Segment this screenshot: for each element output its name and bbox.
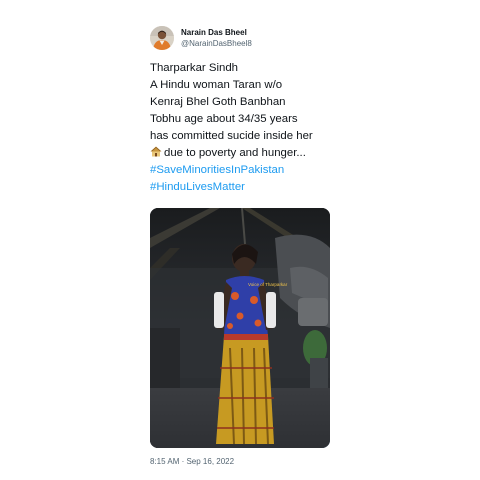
tweet-line: Tharparkar Sindh (150, 62, 239, 74)
tweet-text: Tharparkar Sindh A Hindu woman Taran w/o… (150, 60, 350, 196)
profile-photo-avatar-icon (150, 26, 174, 50)
author-names: Narain Das Bheel @NarainDasBheel8 (181, 27, 252, 49)
photo-image: Voice of Tharparkar (150, 208, 330, 448)
hashtag-link[interactable]: #HinduLivesMatter (150, 181, 245, 193)
emoji-line-text: due to poverty and hunger... (164, 147, 306, 159)
avatar[interactable] (150, 26, 174, 50)
tweet-card: Narain Das Bheel @NarainDasBheel8 Tharpa… (150, 26, 350, 467)
author-display-name[interactable]: Narain Das Bheel (181, 27, 252, 38)
photo-watermark: Voice of Tharparkar (248, 282, 288, 287)
tweet-line: Tobhu age about 34/35 years (150, 113, 298, 125)
author-handle[interactable]: @NarainDasBheel8 (181, 38, 252, 49)
tweet-timestamp[interactable]: 8:15 AM · Sep 16, 2022 (150, 457, 350, 467)
tweet-line-emoji: due to poverty and hunger... (150, 145, 350, 162)
hashtag-link[interactable]: #SaveMinoritiesInPakistan (150, 164, 284, 176)
tweet-header: Narain Das Bheel @NarainDasBheel8 (150, 26, 350, 50)
tweet-line: has committed sucide inside her (150, 130, 313, 142)
tweet-line: Kenraj Bhel Goth Banbhan (150, 96, 286, 108)
tweet-photo[interactable]: Voice of Tharparkar (150, 208, 330, 448)
tweet-line: A Hindu woman Taran w/o (150, 79, 283, 91)
hut-icon (150, 146, 162, 163)
